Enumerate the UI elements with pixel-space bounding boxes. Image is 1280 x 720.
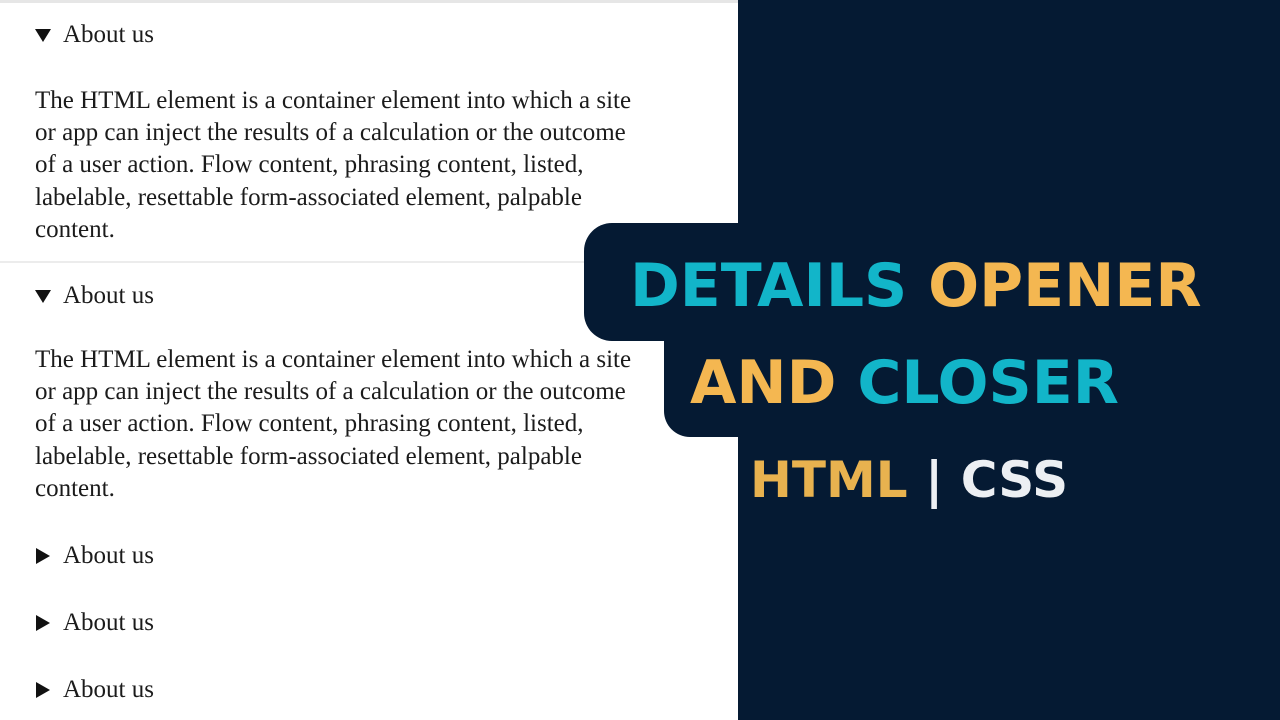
details-summary-4[interactable]: About us: [35, 608, 154, 638]
thumbnail: About us The HTML element is a container…: [0, 0, 1280, 720]
summary-label: About us: [63, 676, 154, 703]
summary-label: About us: [63, 21, 154, 48]
summary-label: About us: [63, 542, 154, 569]
triangle-right-icon: [36, 615, 50, 631]
content-line: content.: [35, 474, 115, 502]
tech-stack-label: HTML | CSS: [750, 452, 1068, 508]
content-line: or app can inject the results of a calcu…: [35, 378, 626, 406]
content-line: The HTML element is a container element …: [35, 87, 632, 114]
triangle-down-icon: [35, 289, 51, 303]
headline-word-closer: CLOSER: [857, 348, 1119, 418]
summary-label: About us: [63, 282, 154, 309]
content-line: labelable, resettable form-associated el…: [35, 183, 582, 211]
details-content-2: The HTML element is a container element …: [35, 344, 720, 505]
content-line: of a user action. Flow content, phrasing…: [35, 151, 584, 179]
content-line: of a user action. Flow content, phrasing…: [35, 410, 584, 438]
details-summary-3[interactable]: About us: [35, 541, 154, 571]
details-summary-2[interactable]: About us: [35, 281, 154, 311]
content-line: labelable, resettable form-associated el…: [35, 442, 582, 470]
tech-css: CSS: [960, 451, 1069, 509]
headline-word-and: AND: [690, 348, 837, 418]
details-demo-page: About us The HTML element is a container…: [0, 0, 738, 720]
summary-label: About us: [63, 609, 154, 636]
triangle-right-icon: [36, 548, 50, 564]
triangle-down-icon: [35, 28, 51, 42]
content-line: The HTML element is a container element …: [35, 346, 632, 373]
headline-line-1: DETAILS OPENER: [630, 254, 1202, 318]
triangle-right-icon: [36, 682, 50, 698]
headline-word-details: DETAILS: [630, 251, 908, 321]
content-line: or app can inject the results of a calcu…: [35, 119, 626, 147]
details-summary-1[interactable]: About us: [35, 20, 154, 50]
headline-word-opener: OPENER: [928, 251, 1202, 321]
tech-html: HTML: [750, 451, 908, 509]
details-summary-5[interactable]: About us: [35, 675, 154, 705]
tech-separator: |: [925, 451, 944, 509]
details-content-1: The HTML element is a container element …: [35, 85, 720, 246]
divider-top: [0, 0, 738, 3]
headline-line-2: AND CLOSER: [690, 351, 1119, 415]
